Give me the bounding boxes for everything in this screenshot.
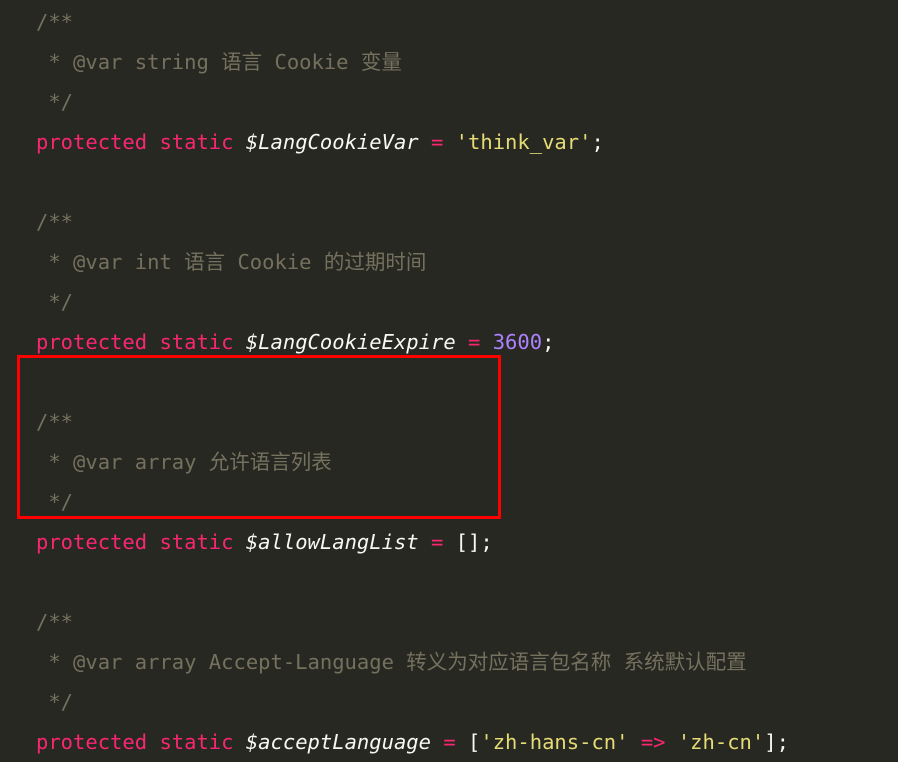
- array-value-zh-cn: 'zh-cn': [677, 730, 765, 754]
- statement-terminator: ;: [542, 330, 555, 354]
- assign-operator: =: [430, 530, 444, 554]
- keyword-static: static: [159, 330, 234, 354]
- keyword-protected: protected: [36, 130, 148, 154]
- comment-body-token: * @var array Accept-Language 转义为对应语言包名称 …: [36, 650, 747, 674]
- comment-close-token: */: [36, 290, 74, 314]
- assign-operator: =: [443, 730, 456, 754]
- code-line-comment-body: * @var array 允许语言列表: [0, 442, 898, 482]
- code-line-comment-body: * @var string 语言 Cookie 变量: [0, 42, 898, 82]
- code-line-comment-close: */: [0, 282, 898, 322]
- code-line-comment-body: * @var array Accept-Language 转义为对应语言包名称 …: [0, 642, 898, 682]
- code-line-comment-open: /**: [0, 2, 898, 42]
- array-close-bracket: ]: [764, 730, 777, 754]
- code-line-comment-close: */: [0, 482, 898, 522]
- code-line-comment-close: */: [0, 682, 898, 722]
- code-content[interactable]: /** * @var string 语言 Cookie 变量 */ protec…: [0, 0, 898, 762]
- keyword-static: static: [159, 130, 234, 154]
- comment-open-token: /**: [36, 410, 74, 434]
- array-key-zh-hans-cn: 'zh-hans-cn': [480, 730, 629, 754]
- array-open-bracket: [: [468, 730, 481, 754]
- comment-body-token: * @var int 语言 Cookie 的过期时间: [36, 250, 427, 274]
- code-line-comment-open: /**: [0, 202, 898, 242]
- array-arrow-operator: =>: [640, 730, 666, 754]
- keyword-static: static: [159, 530, 234, 554]
- code-line-declaration-allow-lang-list: protected static $allowLangList = [];: [0, 522, 898, 562]
- variable-accept-language: $acceptLanguage: [245, 730, 431, 754]
- code-line-comment-close: */: [0, 82, 898, 122]
- keyword-protected: protected: [36, 330, 148, 354]
- comment-close-token: */: [36, 90, 74, 114]
- code-line-comment-open: /**: [0, 402, 898, 442]
- code-line-declaration-accept-language: protected static $acceptLanguage = ['zh-…: [0, 722, 898, 762]
- empty-array-literal: []: [455, 530, 481, 554]
- comment-close-token: */: [36, 490, 74, 514]
- variable-lang-cookie-var: $LangCookieVar: [245, 130, 419, 154]
- comment-open-token: /**: [36, 610, 74, 634]
- string-value-think-var: 'think_var': [455, 130, 592, 154]
- assign-operator: =: [430, 130, 444, 154]
- code-editor-pane[interactable]: /** * @var string 语言 Cookie 变量 */ protec…: [0, 0, 898, 754]
- code-line-declaration-lang-cookie-expire: protected static $LangCookieExpire = 360…: [0, 322, 898, 362]
- code-line-comment-body: * @var int 语言 Cookie 的过期时间: [0, 242, 898, 282]
- variable-lang-cookie-expire: $LangCookieExpire: [245, 330, 456, 354]
- comment-open-token: /**: [36, 10, 74, 34]
- comment-body-token: * @var string 语言 Cookie 变量: [36, 50, 402, 74]
- statement-terminator: ;: [776, 730, 789, 754]
- assign-operator: =: [468, 330, 481, 354]
- number-value-3600: 3600: [492, 330, 543, 354]
- comment-body-token: * @var array 允许语言列表: [36, 450, 332, 474]
- keyword-static: static: [159, 730, 234, 754]
- code-line-declaration-lang-cookie-var: protected static $LangCookieVar = 'think…: [0, 122, 898, 162]
- comment-close-token: */: [36, 690, 74, 714]
- variable-allow-lang-list: $allowLangList: [245, 530, 419, 554]
- comment-open-token: /**: [36, 210, 74, 234]
- keyword-protected: protected: [36, 730, 148, 754]
- code-line-comment-open: /**: [0, 602, 898, 642]
- statement-terminator: ;: [480, 530, 493, 554]
- keyword-protected: protected: [36, 530, 148, 554]
- statement-terminator: ;: [591, 130, 604, 154]
